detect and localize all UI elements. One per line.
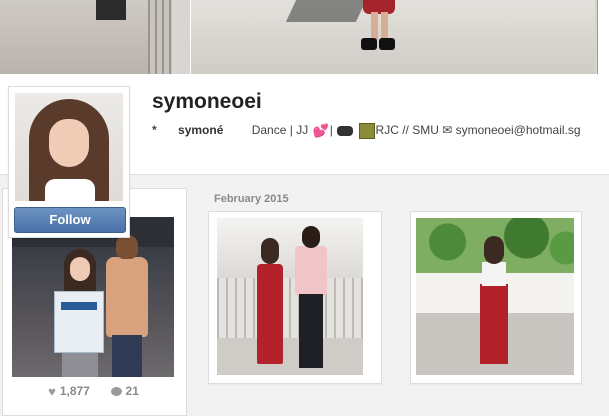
bio-email[interactable]: symoneoei@hotmail.sg xyxy=(456,123,581,137)
avatar[interactable] xyxy=(15,93,123,201)
cover-strip xyxy=(0,0,609,74)
like-count: 1,877 xyxy=(59,384,90,398)
bio-school: RJC // SMU xyxy=(375,123,439,138)
bio-separator: | xyxy=(329,123,333,138)
email-icon: ✉ xyxy=(442,123,453,138)
legs-figure xyxy=(361,0,397,52)
display-name: symoné xyxy=(178,123,224,138)
cover-photo-3[interactable] xyxy=(597,0,609,74)
profile-username: symoneoei xyxy=(152,90,262,113)
post-photo[interactable] xyxy=(12,217,174,377)
cover-photo-1[interactable] xyxy=(0,0,172,74)
post-photo[interactable] xyxy=(416,218,574,375)
profile-header: Follow symoneoei * symoné Dance | JJ 💕| … xyxy=(0,74,609,238)
heart-icon[interactable]: ♥ xyxy=(48,384,56,399)
gamepad-icon xyxy=(337,126,354,136)
building-icon xyxy=(358,123,375,139)
comment-count: 21 xyxy=(125,384,139,398)
two-hearts-icon: 💕 xyxy=(312,123,329,138)
comment-icon[interactable] xyxy=(110,387,122,396)
post-stats: ♥ 1,877 21 xyxy=(2,384,185,399)
bio-prefix: * xyxy=(152,123,157,138)
post-photo[interactable] xyxy=(217,218,363,375)
avatar-card: Follow xyxy=(8,86,130,238)
profile-bio: * symoné Dance | JJ 💕| RJC // SMU ✉ symo… xyxy=(152,123,581,139)
cover-photo-2[interactable] xyxy=(190,0,595,74)
bio-text: Dance | JJ xyxy=(251,123,309,138)
month-label: February 2015 xyxy=(214,193,289,205)
follow-button[interactable]: Follow xyxy=(14,207,126,233)
